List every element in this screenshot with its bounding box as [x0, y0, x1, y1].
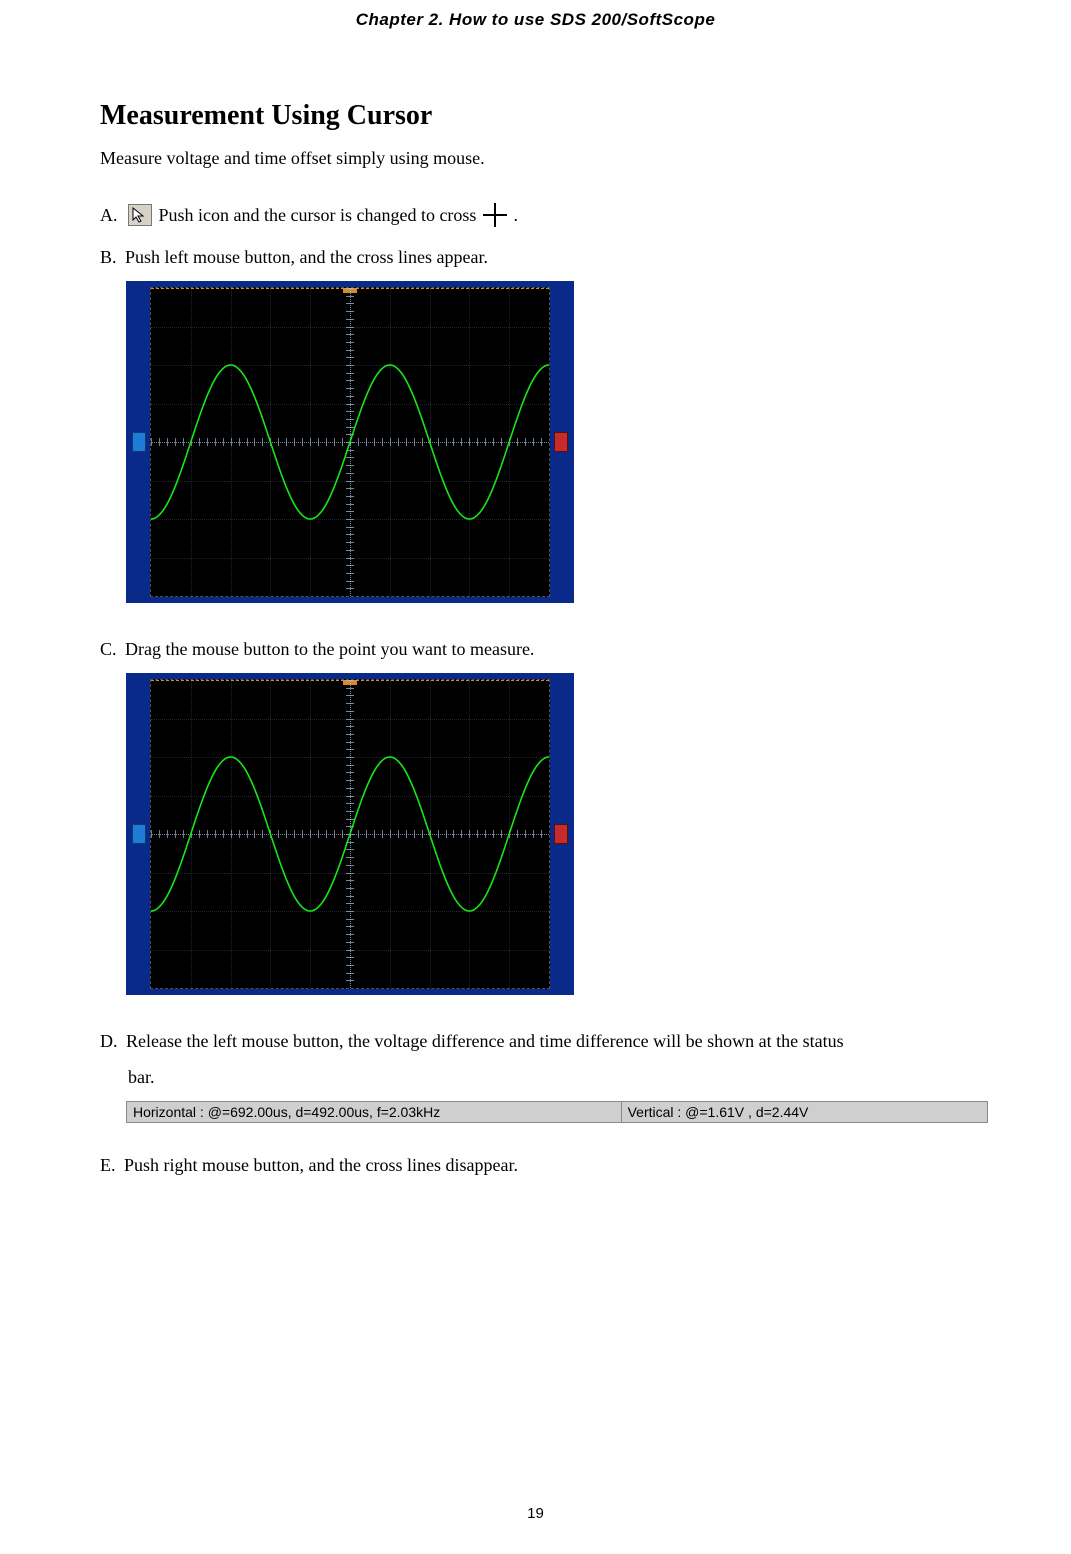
step-c-text: Drag the mouse button to the point you w… — [121, 639, 535, 659]
step-b: B. Push left mouse button, and the cross… — [100, 239, 971, 275]
step-a-tail: . — [513, 205, 518, 225]
scope-screen — [150, 679, 550, 989]
channel-marker-right — [554, 432, 568, 452]
channel-marker-left — [132, 432, 146, 452]
scope-screen — [150, 287, 550, 597]
step-a-text: Push icon and the cursor is changed to c… — [159, 205, 477, 225]
step-b-text: Push left mouse button, and the cross li… — [121, 247, 488, 267]
step-d-text: Release the left mouse button, the volta… — [122, 1031, 844, 1051]
step-d: D. Release the left mouse button, the vo… — [100, 1023, 971, 1059]
chapter-header: Chapter 2. How to use SDS 200/SoftScope — [100, 10, 971, 30]
oscilloscope-screenshot-1 — [126, 281, 971, 603]
waveform — [151, 288, 549, 596]
step-c: C. Drag the mouse button to the point yo… — [100, 631, 971, 667]
status-vertical: Vertical : @=1.61V , d=2.44V — [622, 1102, 987, 1122]
step-e-text: Push right mouse button, and the cross l… — [120, 1155, 518, 1175]
waveform — [151, 680, 549, 988]
channel-marker-right — [554, 824, 568, 844]
status-bar: Horizontal : @=692.00us, d=492.00us, f=2… — [126, 1101, 988, 1123]
step-a: A. Push icon and the cursor is changed t… — [100, 197, 971, 233]
channel-marker-left — [132, 824, 146, 844]
scope-frame — [126, 281, 574, 603]
step-d-label: D. — [100, 1031, 118, 1051]
intro-text: Measure voltage and time offset simply u… — [100, 148, 971, 169]
step-e-label: E. — [100, 1155, 116, 1175]
step-a-label: A. — [100, 205, 118, 225]
status-horizontal: Horizontal : @=692.00us, d=492.00us, f=2… — [127, 1102, 622, 1122]
page: Chapter 2. How to use SDS 200/SoftScope … — [0, 0, 1071, 1554]
arrow-cursor-icon — [128, 204, 152, 226]
section-title: Measurement Using Cursor — [100, 100, 971, 132]
scope-frame — [126, 673, 574, 995]
step-d-cont: bar. — [128, 1059, 971, 1095]
page-number: 19 — [0, 1505, 1071, 1522]
crosshair-icon — [483, 203, 507, 227]
step-e: E. Push right mouse button, and the cros… — [100, 1147, 971, 1183]
oscilloscope-screenshot-2 — [126, 673, 971, 995]
step-b-label: B. — [100, 247, 117, 267]
step-c-label: C. — [100, 639, 117, 659]
